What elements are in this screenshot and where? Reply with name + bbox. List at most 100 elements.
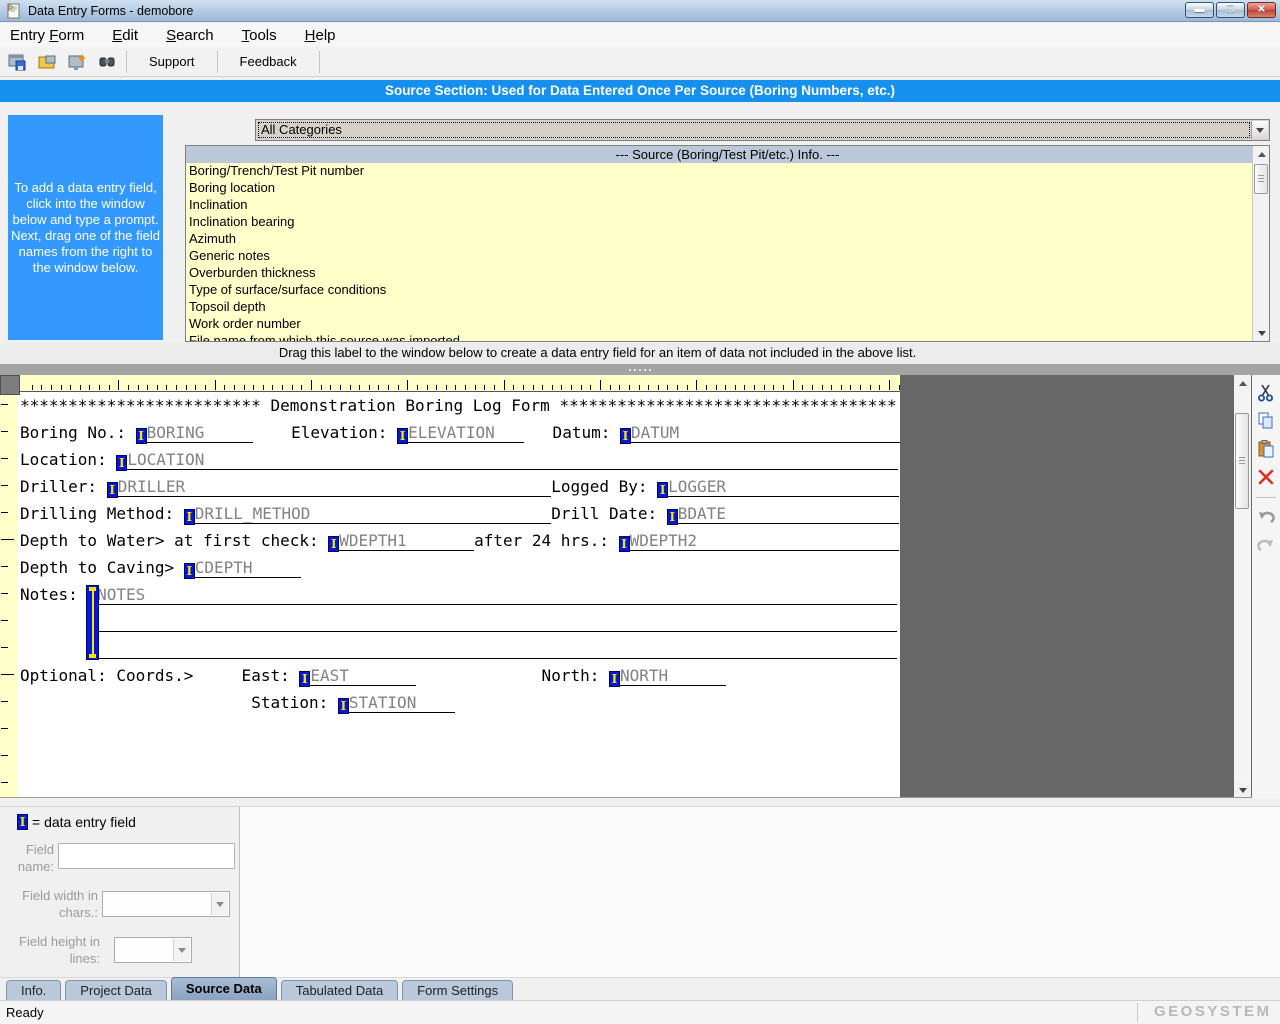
drag-label[interactable]: Drag this label to the window below to c… <box>0 343 1280 364</box>
dropdown-arrow-button[interactable] <box>173 939 190 961</box>
find-button[interactable] <box>94 50 120 74</box>
tab-source-data[interactable]: Source Data <box>171 977 277 1000</box>
open-form-icon <box>38 53 56 71</box>
save-form-button[interactable] <box>4 50 30 74</box>
field-height-dropdown[interactable] <box>114 937 192 963</box>
form-line <box>20 635 898 662</box>
cut-icon <box>1257 384 1275 402</box>
field-marker-icon: I <box>609 671 620 687</box>
list-item[interactable]: Work order number <box>186 316 1269 333</box>
list-item[interactable]: Overburden thickness <box>186 265 1269 282</box>
scroll-down-button[interactable] <box>1253 325 1270 341</box>
list-item[interactable]: Inclination <box>186 197 1269 214</box>
marker-legend: I = data entry field <box>17 814 136 830</box>
form-page[interactable]: ************************* Demonstration … <box>18 392 900 798</box>
ruler-tick <box>446 385 447 390</box>
list-item[interactable]: Inclination bearing <box>186 214 1269 231</box>
menu-item-search[interactable]: Search <box>156 25 224 46</box>
form-field: BORING <box>147 423 253 443</box>
tab-info[interactable]: Info. <box>6 980 61 1000</box>
list-item[interactable]: Boring/Trench/Test Pit number <box>186 163 1269 180</box>
form-label: Driller: <box>20 477 107 496</box>
ruler-tick <box>359 385 360 390</box>
undo-button[interactable] <box>1255 506 1277 530</box>
ruler-tick <box>754 385 755 390</box>
support-button[interactable]: Support <box>133 50 211 73</box>
ruler-tick <box>1 404 8 405</box>
menu-item-edit[interactable]: Edit <box>102 25 148 46</box>
tab-project-data[interactable]: Project Data <box>65 980 167 1000</box>
ruler-tick <box>282 385 283 390</box>
list-item[interactable]: Topsoil depth <box>186 299 1269 316</box>
ruler-tick <box>436 385 437 390</box>
scroll-up-button[interactable] <box>1253 146 1270 162</box>
ruler-tick <box>195 385 196 390</box>
field-marker-icon: I <box>620 428 631 444</box>
redo-button[interactable] <box>1255 534 1277 558</box>
paste-button[interactable] <box>1255 437 1277 461</box>
close-button[interactable]: ✕ <box>1247 2 1276 18</box>
instruction-panel: To add a data entry field, click into th… <box>8 115 163 340</box>
ruler-tick <box>561 385 562 390</box>
form-field: WDEPTH2 <box>630 531 900 551</box>
list-item[interactable]: Azimuth <box>186 231 1269 248</box>
list-item[interactable]: Generic notes <box>186 248 1269 265</box>
form-label: Drill Date: <box>551 504 667 523</box>
field-name-input[interactable] <box>58 843 235 869</box>
new-form-button[interactable] <box>64 50 90 74</box>
list-item[interactable]: File name from which this source was imp… <box>186 333 1269 342</box>
open-form-button[interactable] <box>34 50 60 74</box>
ruler-tick <box>292 385 293 390</box>
menu-item-tools[interactable]: Tools <box>232 25 287 46</box>
list-item[interactable]: Type of surface/surface conditions <box>186 282 1269 299</box>
field-list-scrollbar[interactable] <box>1252 146 1269 341</box>
tab-form-settings[interactable]: Form Settings <box>402 980 513 1000</box>
form-line: Driller: IDRILLER Logged By: ILOGGER <box>20 473 898 500</box>
tab-tabulated-data[interactable]: Tabulated Data <box>281 980 398 1000</box>
category-dropdown[interactable]: All Categories <box>255 119 1270 141</box>
ruler-tick <box>696 380 697 390</box>
status-bar: Ready GEOSYSTEM <box>0 1000 1280 1024</box>
field-height-label: Field height in lines: <box>2 933 100 967</box>
form-line <box>20 608 898 635</box>
scroll-up-button[interactable] <box>1234 375 1251 391</box>
chevron-down-icon <box>1256 128 1264 133</box>
dropdown-arrow-button[interactable] <box>1251 121 1268 139</box>
scrollbar-thumb[interactable] <box>1235 413 1249 509</box>
minimize-button[interactable]: ▬ <box>1185 2 1214 18</box>
ruler-tick <box>41 385 42 390</box>
ruler-tick <box>523 385 524 390</box>
menu-item-help[interactable]: Help <box>295 25 346 46</box>
ruler-tick <box>542 385 543 390</box>
copy-button[interactable] <box>1255 409 1277 433</box>
brand-label: GEOSYSTEM <box>1154 1003 1272 1020</box>
ruler-tick <box>494 385 495 390</box>
ruler-tick <box>716 385 717 390</box>
scroll-down-button[interactable] <box>1234 782 1251 798</box>
dropdown-arrow-button[interactable] <box>211 893 228 915</box>
form-line: Optional: Coords.> East: IEAST North: IN… <box>20 662 898 689</box>
list-item[interactable]: Boring location <box>186 180 1269 197</box>
scrollbar-thumb[interactable] <box>1254 164 1268 194</box>
field-marker-icon: I <box>107 482 118 498</box>
ruler-tick <box>1 728 8 729</box>
field-width-dropdown[interactable] <box>102 891 230 917</box>
form-label: Station: <box>20 693 338 712</box>
splitter-bar[interactable] <box>0 364 1280 375</box>
menu-item-entry-form[interactable]: Entry Form <box>0 25 94 46</box>
cut-button[interactable] <box>1255 381 1277 405</box>
feedback-button[interactable]: Feedback <box>224 50 313 73</box>
form-editor: ************************* Demonstration … <box>0 375 1252 798</box>
form-field: BDATE <box>678 504 900 524</box>
ruler-tick <box>773 385 774 390</box>
ruler-tick <box>1 512 8 513</box>
field-marker-icon: I <box>184 509 195 525</box>
restore-button[interactable]: ❐ <box>1216 2 1245 18</box>
ruler-tick <box>590 385 591 390</box>
title-bar: Data Entry Forms - demobore ▬ ❐ ✕ <box>0 0 1280 22</box>
ruler-tick <box>253 385 254 390</box>
delete-button[interactable] <box>1255 465 1277 489</box>
ruler-tick <box>764 385 765 390</box>
form-scrollbar[interactable] <box>1234 375 1251 798</box>
form-line: Drilling Method: IDRILL_METHOD Drill Dat… <box>20 500 898 527</box>
